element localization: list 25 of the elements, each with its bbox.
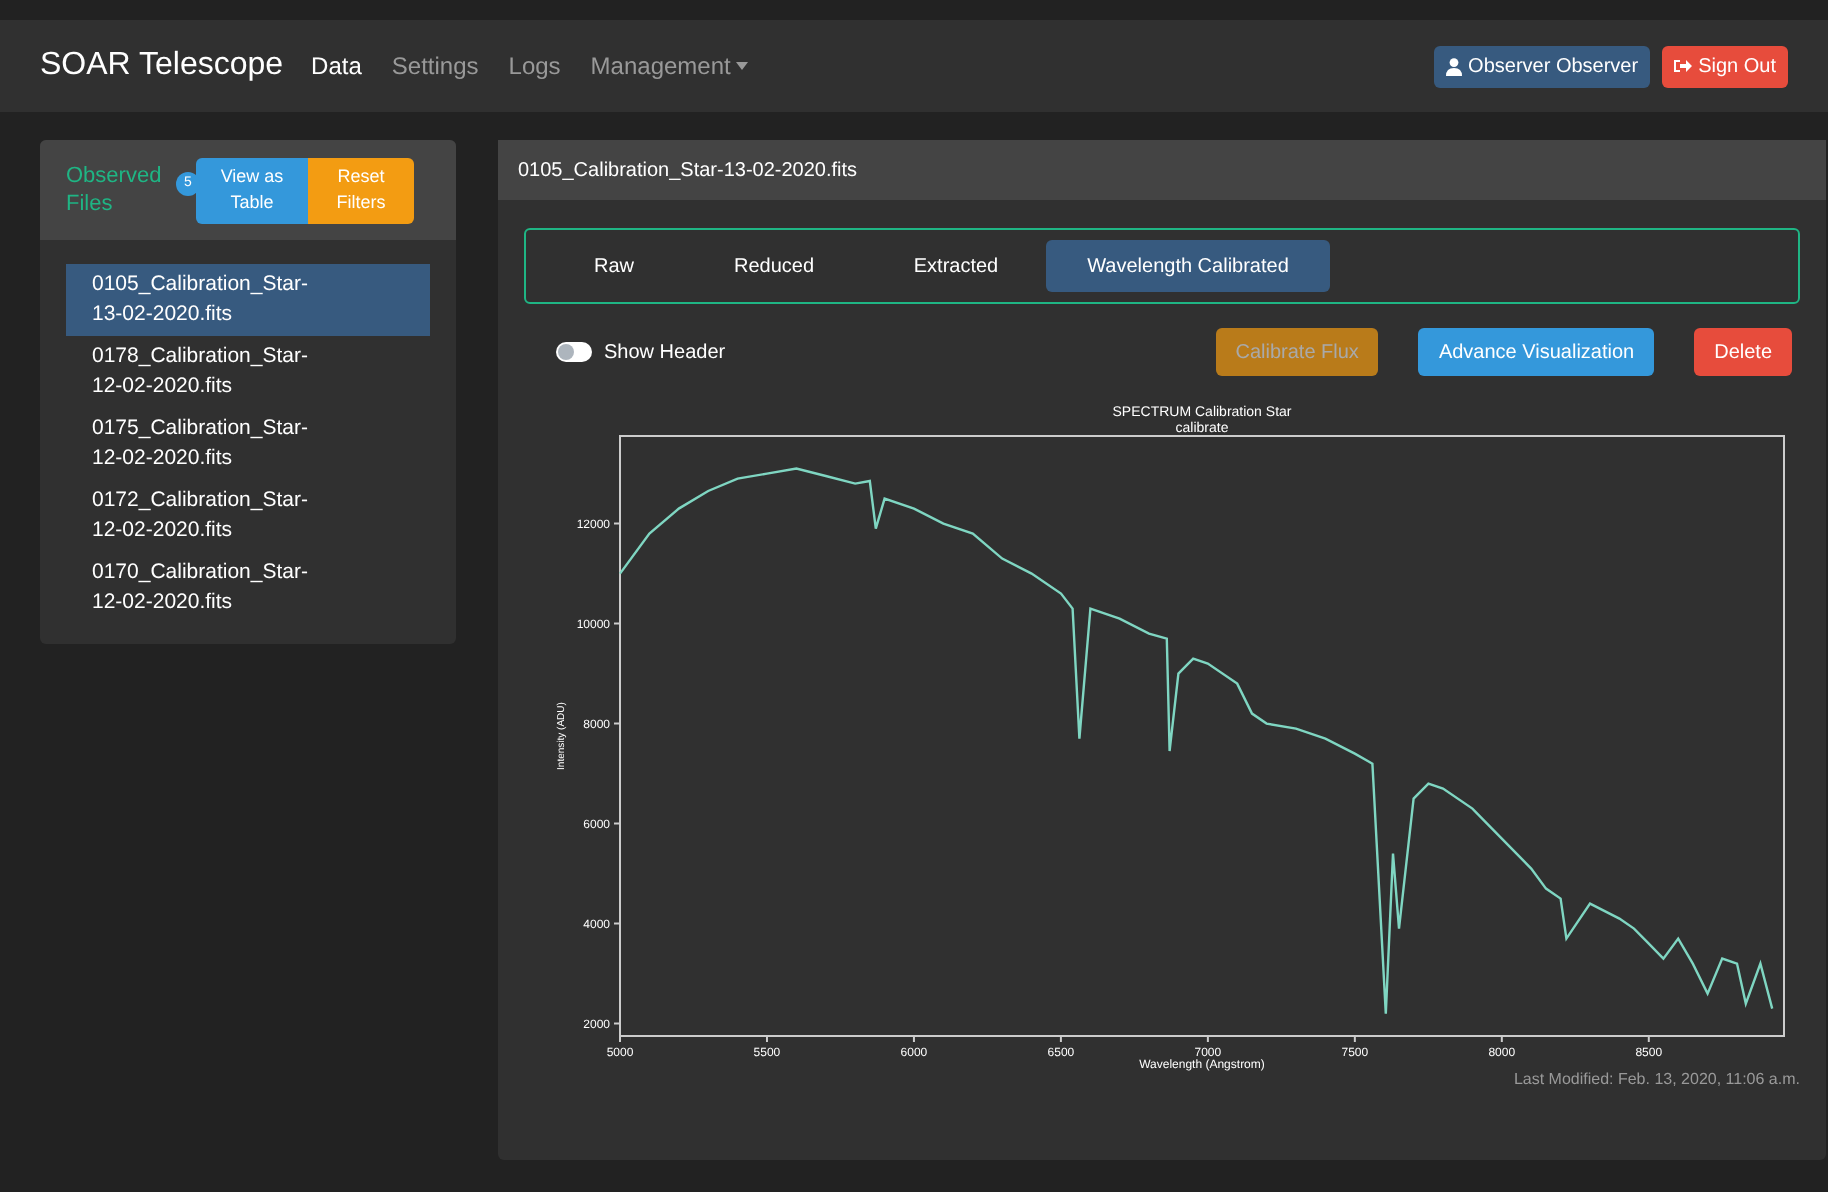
nav-link[interactable]: Data [311, 48, 362, 84]
caret-icon [736, 62, 749, 70]
nav-link[interactable]: Logs [508, 48, 561, 84]
tab[interactable]: Raw [546, 240, 682, 292]
person-icon [1446, 57, 1463, 75]
file-list-item[interactable]: 0175_Calibration_Star-12-02-2020.fits [66, 408, 430, 480]
file-list-item[interactable]: 0105_Calibration_Star-13-02-2020.fits [66, 264, 430, 336]
user-button[interactable]: Observer Observer [1434, 45, 1651, 87]
sidebar-title: Observed Files [66, 162, 164, 218]
file-list-item[interactable]: 0172_Calibration_Star-12-02-2020.fits [66, 480, 430, 552]
toggle-switch[interactable] [556, 342, 592, 362]
last-modified-text: Last Modified: Feb. 13, 2020, 11:06 a.m. [1513, 1068, 1800, 1092]
nav-link[interactable]: Settings [391, 48, 479, 84]
delete-button[interactable]: Delete [1694, 328, 1792, 376]
file-list-item[interactable]: 0178_Calibration_Star-12-02-2020.fits [66, 336, 430, 408]
tab[interactable]: Extracted [866, 240, 1046, 292]
tab[interactable]: Reduced [682, 240, 866, 292]
file-list-item[interactable]: 0170_Calibration_Star-12-02-2020.fits [66, 552, 430, 624]
brand[interactable]: SOAR Telescope [40, 42, 284, 90]
sign-out-icon [1674, 58, 1693, 74]
tab[interactable]: Wavelength Calibrated [1046, 240, 1330, 292]
file-title: 0105_Calibration_Star-13-02-2020.fits [518, 157, 858, 185]
toggle-label: Show Header [604, 339, 726, 367]
sign-out-button[interactable]: Sign Out [1662, 45, 1788, 87]
dropdown-menu-link[interactable]: Management [590, 48, 749, 84]
